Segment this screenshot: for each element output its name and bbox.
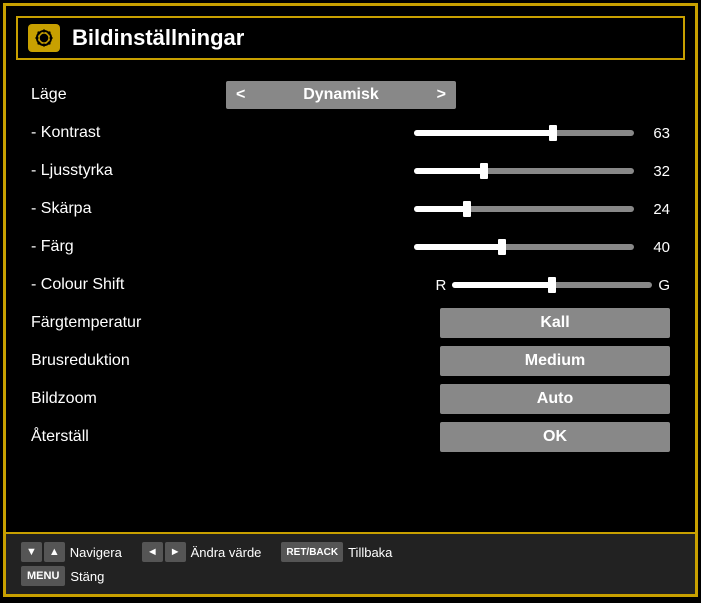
bottom-bar: ▼ ▲ Navigera ◄ ► Ändra värde RET/BACK Ti… — [6, 532, 695, 594]
nav-arrows-lr: ◄ ► — [142, 542, 186, 562]
cs-left-label: R — [435, 277, 446, 294]
brusreduktion-row: Brusreduktion Medium — [26, 342, 675, 380]
bottom-row-2: MENU Stäng — [21, 566, 680, 586]
nav-right-btn[interactable]: ► — [165, 542, 186, 562]
fargtemperatur-row: Färgtemperatur Kall — [26, 304, 675, 342]
kontrast-thumb — [549, 125, 557, 141]
bottom-row-1: ▼ ▲ Navigera ◄ ► Ändra värde RET/BACK Ti… — [21, 542, 680, 562]
change-label: Ändra värde — [191, 545, 262, 560]
nav-up-btn[interactable]: ▲ — [44, 542, 65, 562]
lage-right-arrow[interactable]: > — [437, 86, 446, 104]
farg-control: 40 — [226, 228, 675, 266]
brusreduktion-label: Brusreduktion — [26, 342, 226, 380]
settings-icon — [28, 24, 60, 52]
lage-control[interactable]: < Dynamisk > — [226, 76, 675, 114]
lage-label: Läge — [26, 76, 226, 114]
back-label: Tillbaka — [348, 545, 392, 560]
bildzoom-btn[interactable]: Auto — [440, 384, 670, 414]
skarpa-control: 24 — [226, 190, 675, 228]
bildzoom-label: Bildzoom — [26, 380, 226, 418]
skarpa-slider-row: 24 — [226, 201, 670, 218]
ljusstyrka-thumb — [480, 163, 488, 179]
colour-shift-fill — [452, 282, 552, 288]
navigate-label: Navigera — [70, 545, 122, 560]
colour-shift-track[interactable] — [452, 282, 652, 288]
aterstall-label: Återställ — [26, 418, 226, 456]
kontrast-label: - Kontrast — [26, 114, 226, 152]
ljusstyrka-track[interactable] — [414, 168, 634, 174]
brusreduktion-btn[interactable]: Medium — [440, 346, 670, 376]
farg-slider-row: 40 — [226, 239, 670, 256]
skarpa-value: 24 — [642, 201, 670, 218]
lage-row: Läge < Dynamisk > — [26, 76, 675, 114]
farg-value: 40 — [642, 239, 670, 256]
ljusstyrka-row: - Ljusstyrka 32 — [26, 152, 675, 190]
kontrast-fill — [414, 130, 553, 136]
colour-shift-row: - Colour Shift R G — [26, 266, 675, 304]
ljusstyrka-value: 32 — [642, 163, 670, 180]
lage-value: Dynamisk — [245, 86, 436, 104]
close-label: Stäng — [70, 569, 104, 584]
title-bar: Bildinställningar — [16, 16, 685, 60]
skarpa-row: - Skärpa 24 — [26, 190, 675, 228]
brusreduktion-control[interactable]: Medium — [226, 342, 675, 380]
bildzoom-row: Bildzoom Auto — [26, 380, 675, 418]
farg-thumb — [498, 239, 506, 255]
ljusstyrka-label: - Ljusstyrka — [26, 152, 226, 190]
nav-arrows-ud: ▼ ▲ — [21, 542, 65, 562]
cs-right-label: G — [658, 277, 670, 294]
settings-table: Läge < Dynamisk > - Kontrast — [26, 76, 675, 456]
skarpa-thumb — [463, 201, 471, 217]
ljusstyrka-slider-row: 32 — [226, 163, 670, 180]
page-title: Bildinställningar — [72, 25, 244, 51]
bildzoom-control[interactable]: Auto — [226, 380, 675, 418]
aterstall-control[interactable]: OK — [226, 418, 675, 456]
kontrast-value: 63 — [642, 125, 670, 142]
farg-track[interactable] — [414, 244, 634, 250]
navigate-hint: ▼ ▲ Navigera — [21, 542, 122, 562]
fargtemperatur-label: Färgtemperatur — [26, 304, 226, 342]
menu-btn[interactable]: MENU — [21, 566, 65, 586]
fargtemperatur-btn[interactable]: Kall — [440, 308, 670, 338]
colour-shift-label: - Colour Shift — [26, 266, 226, 304]
skarpa-fill — [414, 206, 467, 212]
lage-selector[interactable]: < Dynamisk > — [226, 81, 456, 109]
aterstall-row: Återställ OK — [26, 418, 675, 456]
aterstall-btn[interactable]: OK — [440, 422, 670, 452]
back-hint: RET/BACK Tillbaka — [281, 542, 392, 562]
main-content: Läge < Dynamisk > - Kontrast — [6, 76, 695, 532]
farg-label: - Färg — [26, 228, 226, 266]
kontrast-track[interactable] — [414, 130, 634, 136]
skarpa-label: - Skärpa — [26, 190, 226, 228]
farg-fill — [414, 244, 502, 250]
outer-border: Bildinställningar Läge < Dynamisk > — [3, 3, 698, 597]
fargtemperatur-control[interactable]: Kall — [226, 304, 675, 342]
farg-row: - Färg 40 — [26, 228, 675, 266]
nav-left-btn[interactable]: ◄ — [142, 542, 163, 562]
ljusstyrka-control: 32 — [226, 152, 675, 190]
kontrast-slider-row: 63 — [226, 125, 670, 142]
kontrast-row: - Kontrast 63 — [26, 114, 675, 152]
colour-shift-slider-row: R G — [226, 277, 670, 294]
colour-shift-control: R G — [226, 266, 675, 304]
lage-left-arrow[interactable]: < — [236, 86, 245, 104]
colour-shift-thumb — [548, 277, 556, 293]
change-hint: ◄ ► Ändra värde — [142, 542, 262, 562]
close-hint: MENU Stäng — [21, 566, 104, 586]
kontrast-control: 63 — [226, 114, 675, 152]
nav-down-btn[interactable]: ▼ — [21, 542, 42, 562]
skarpa-track[interactable] — [414, 206, 634, 212]
ljusstyrka-fill — [414, 168, 484, 174]
ret-back-btn[interactable]: RET/BACK — [281, 542, 343, 562]
